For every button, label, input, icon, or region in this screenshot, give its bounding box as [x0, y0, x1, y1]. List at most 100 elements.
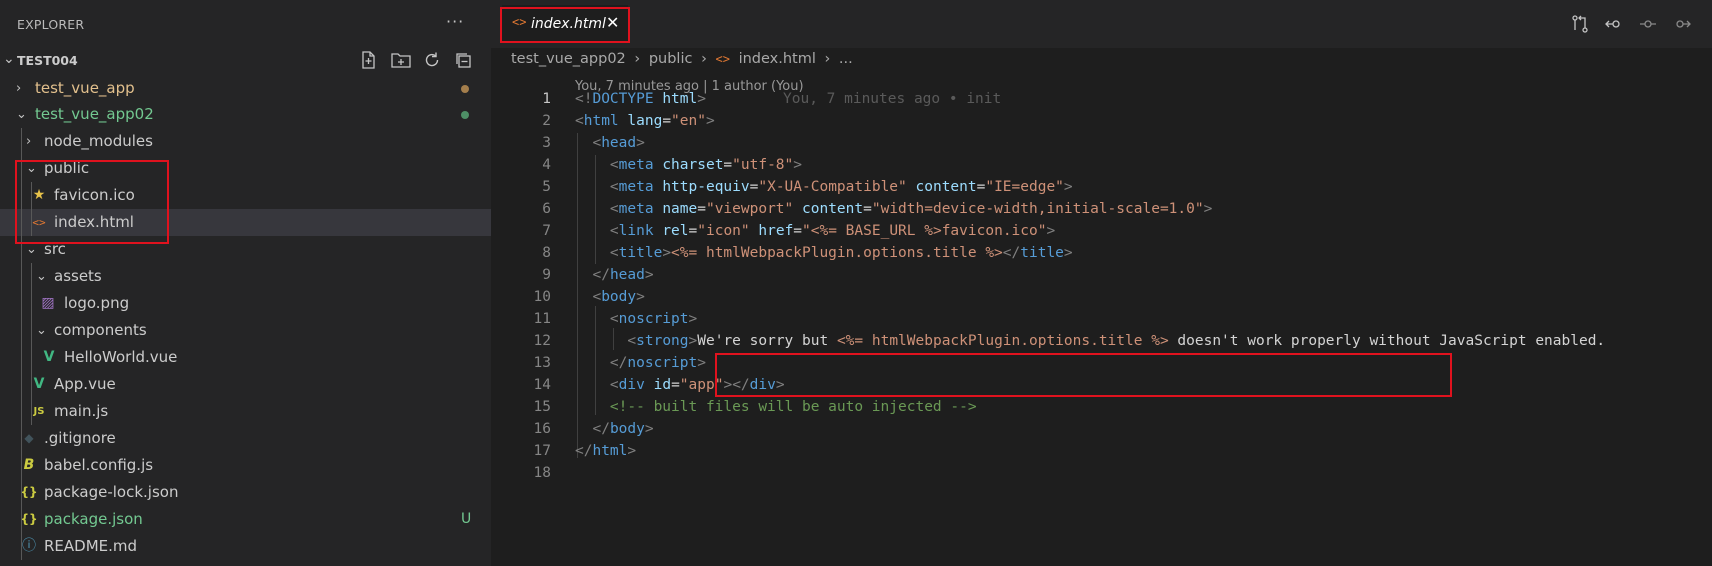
- chevron-down-icon[interactable]: ⌄: [3, 51, 15, 67]
- tree-item-app-vue[interactable]: V App.vue: [0, 371, 491, 398]
- git-untracked-badge: U: [461, 511, 472, 527]
- breadcrumb-separator: ›: [824, 51, 831, 67]
- highlight-box-public: [15, 160, 169, 244]
- breadcrumb: test_vue_app02 › public › <> index.html …: [511, 51, 857, 67]
- tree-item-label: components: [54, 321, 147, 339]
- highlight-box-tab: [500, 7, 630, 43]
- breadcrumb-separator: ›: [701, 51, 707, 67]
- go-forward-icon[interactable]: [1672, 14, 1692, 38]
- tree-item-main-js[interactable]: JS main.js: [0, 398, 491, 425]
- code-line[interactable]: </body>: [575, 421, 653, 437]
- tree-item-test-vue-app[interactable]: › test_vue_app: [0, 75, 491, 102]
- tree-item-label: test_vue_app02: [35, 105, 154, 123]
- line-number: 16: [533, 421, 551, 437]
- tree-item-label: node_modules: [44, 132, 153, 150]
- code-line[interactable]: </noscript>: [575, 355, 706, 371]
- explorer-header: EXPLORER ···: [0, 0, 491, 48]
- indent-guide: [31, 263, 32, 425]
- code-line[interactable]: <title><%= htmlWebpackPlugin.options.tit…: [575, 245, 1073, 261]
- tree-item-logo-png[interactable]: ▨ logo.png: [0, 290, 491, 317]
- line-number: 1: [542, 91, 551, 107]
- chevron-down-icon: ⌄: [36, 323, 47, 338]
- line-number: 8: [542, 245, 551, 261]
- line-number: 6: [542, 201, 551, 217]
- new-folder-icon[interactable]: [390, 50, 412, 70]
- line-number: 11: [533, 311, 551, 327]
- line-number: 15: [533, 399, 551, 415]
- vue-file-icon: V: [43, 349, 55, 365]
- line-number: 13: [533, 355, 551, 371]
- code-line[interactable]: </html>: [575, 443, 636, 459]
- more-actions-icon[interactable]: ···: [446, 12, 464, 31]
- line-number: 7: [542, 223, 551, 239]
- tree-item-gitignore[interactable]: ◆ .gitignore: [0, 425, 491, 452]
- chevron-down-icon: ⌄: [36, 269, 47, 284]
- commit-icon[interactable]: [1638, 14, 1658, 38]
- line-number: 5: [542, 179, 551, 195]
- editor-area: <> index.html ✕ test_vue_app02 › public …: [491, 0, 1712, 566]
- workspace-root-label: TEST004: [17, 53, 78, 68]
- js-file-icon: JS: [33, 406, 45, 417]
- code-line[interactable]: <head>: [575, 135, 644, 151]
- go-back-icon[interactable]: [1604, 14, 1624, 38]
- tree-item-label: babel.config.js: [44, 456, 154, 474]
- tree-item-label: logo.png: [64, 294, 130, 312]
- code-line[interactable]: <meta name="viewport" content="width=dev…: [575, 201, 1212, 217]
- tree-item-package-lock[interactable]: {} package-lock.json: [0, 479, 491, 506]
- line-number: 4: [542, 157, 551, 173]
- line-number: 2: [542, 113, 551, 129]
- code-line[interactable]: <!-- built files will be auto injected -…: [575, 399, 977, 415]
- code-line[interactable]: </head>: [575, 267, 653, 283]
- refresh-icon[interactable]: [422, 50, 444, 70]
- image-file-icon: ▨: [41, 295, 55, 311]
- tree-item-test-vue-app02[interactable]: ⌄ test_vue_app02: [0, 101, 491, 128]
- json-file-icon: {}: [20, 485, 38, 499]
- line-number: 18: [533, 465, 551, 481]
- chevron-down-icon: ⌄: [16, 107, 27, 122]
- tree-item-package-json[interactable]: {} package.json U: [0, 506, 491, 533]
- tree-item-label: README.md: [44, 537, 138, 555]
- info-file-icon: ⓘ: [22, 538, 36, 554]
- tree-item-node-modules[interactable]: › node_modules: [0, 128, 491, 155]
- tree-item-label: package.json: [44, 510, 143, 528]
- breadcrumb-separator: ›: [634, 51, 641, 67]
- code-line[interactable]: <!DOCTYPE html>: [575, 91, 706, 107]
- line-number: 3: [542, 135, 551, 151]
- tree-item-assets[interactable]: ⌄ assets: [0, 263, 491, 290]
- line-number: 17: [533, 443, 551, 459]
- git-modified-dot: [461, 85, 469, 93]
- html-file-icon: <>: [715, 52, 730, 66]
- code-line[interactable]: <meta http-equiv="X-UA-Compatible" conte…: [575, 179, 1073, 195]
- explorer-title: EXPLORER: [17, 17, 85, 32]
- breadcrumb-item[interactable]: public: [649, 51, 693, 67]
- chevron-right-icon: ›: [16, 81, 22, 96]
- line-number: 12: [533, 333, 551, 349]
- code-line[interactable]: <strong>We're sorry but <%= htmlWebpackP…: [575, 333, 1605, 349]
- breadcrumb-item[interactable]: ...: [839, 51, 853, 67]
- code-line[interactable]: <link rel="icon" href="<%= BASE_URL %>fa…: [575, 223, 1055, 239]
- open-changes-icon[interactable]: [1570, 14, 1590, 38]
- vue-file-icon: V: [33, 376, 45, 392]
- line-number: 10: [533, 289, 551, 305]
- tree-item-components[interactable]: ⌄ components: [0, 317, 491, 344]
- tree-item-babel-config[interactable]: B babel.config.js: [0, 452, 491, 479]
- chevron-right-icon: ›: [26, 134, 32, 149]
- tree-item-helloworld-vue[interactable]: V HelloWorld.vue: [0, 344, 491, 371]
- babel-file-icon: B: [23, 457, 35, 473]
- code-line[interactable]: <meta charset="utf-8">: [575, 157, 802, 173]
- explorer-sidebar: EXPLORER ··· ⌄ TEST004 › test_vue_app ⌄ …: [0, 0, 491, 566]
- breadcrumb-item[interactable]: test_vue_app02: [511, 51, 626, 67]
- code-line[interactable]: <body>: [575, 289, 644, 305]
- new-file-icon[interactable]: [358, 50, 380, 70]
- tree-item-readme[interactable]: ⓘ README.md: [0, 533, 491, 560]
- code-line[interactable]: <html lang="en">: [575, 113, 715, 129]
- tree-item-label: main.js: [54, 402, 109, 420]
- tree-item-label: test_vue_app: [35, 79, 135, 97]
- breadcrumb-item[interactable]: index.html: [739, 51, 816, 67]
- code-line[interactable]: <noscript>: [575, 311, 697, 327]
- git-blame-annotation: You, 7 minutes ago • init: [783, 91, 1002, 107]
- collapse-all-icon[interactable]: [454, 50, 476, 70]
- tree-item-label: assets: [54, 267, 102, 285]
- workspace-root[interactable]: ⌄ TEST004: [0, 47, 491, 73]
- highlight-box-noscript: [715, 353, 1452, 397]
